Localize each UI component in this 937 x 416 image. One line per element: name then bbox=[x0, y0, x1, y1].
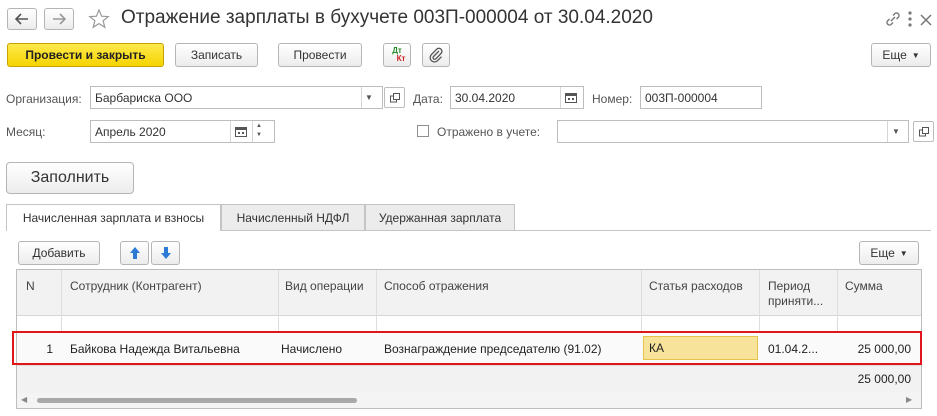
page-title: Отражение зарплаты в бухучете 003П-00000… bbox=[121, 7, 653, 28]
tab-accrued-ndfl[interactable]: Начисленный НДФЛ bbox=[221, 204, 365, 230]
table-more-button[interactable]: Еще ▼ bbox=[859, 241, 919, 265]
move-down-button[interactable] bbox=[151, 241, 180, 265]
row-highlight-frame bbox=[12, 331, 922, 365]
spin-down-icon[interactable]: ▼ bbox=[256, 131, 262, 140]
number-field[interactable]: 003П-000004 bbox=[640, 86, 762, 109]
arrow-left-icon bbox=[15, 13, 28, 25]
reflected-open-button[interactable] bbox=[913, 121, 934, 142]
number-value: 003П-000004 bbox=[645, 90, 718, 105]
horizontal-scrollbar[interactable]: ◀ ▶ bbox=[17, 393, 921, 408]
column-header-expense[interactable]: Статья расходов bbox=[649, 279, 743, 294]
month-field[interactable]: Апрель 2020 ▲ ▼ bbox=[90, 120, 275, 143]
column-header-employee[interactable]: Сотрудник (Контрагент) bbox=[70, 279, 202, 294]
column-header-sum[interactable]: Сумма bbox=[845, 279, 883, 294]
date-value: 30.04.2020 bbox=[455, 90, 516, 105]
dt-kt-button[interactable]: Дт Кт bbox=[383, 43, 411, 67]
column-header-period[interactable]: Период приняти... bbox=[768, 279, 823, 309]
org-field[interactable]: Барбариска ООО ▼ bbox=[90, 86, 383, 109]
reflected-checkbox[interactable] bbox=[417, 125, 429, 137]
paperclip-icon bbox=[429, 47, 443, 63]
column-header-n[interactable]: N bbox=[26, 279, 35, 294]
reflected-field[interactable]: ▼ bbox=[557, 120, 909, 143]
tab-accrued-salary[interactable]: Начисленная зарплата и взносы bbox=[6, 204, 221, 231]
arrow-down-icon bbox=[160, 247, 171, 259]
favorite-star-icon[interactable] bbox=[88, 8, 110, 30]
close-icon[interactable] bbox=[918, 10, 934, 28]
month-spinner[interactable]: ▲ ▼ bbox=[256, 122, 262, 140]
column-header-method[interactable]: Способ отражения bbox=[384, 279, 489, 294]
month-label: Месяц: bbox=[6, 125, 46, 139]
scroll-right-icon[interactable]: ▶ bbox=[906, 395, 912, 404]
date-field[interactable]: 30.04.2020 bbox=[450, 86, 584, 109]
forward-button[interactable] bbox=[44, 8, 74, 30]
table-more-label: Еще bbox=[870, 246, 895, 260]
total-sum: 25 000,00 bbox=[857, 372, 911, 386]
calendar-icon[interactable] bbox=[235, 126, 247, 140]
arrow-up-icon bbox=[129, 247, 140, 259]
more-label: Еще bbox=[882, 48, 907, 62]
more-button[interactable]: Еще ▼ bbox=[871, 43, 931, 67]
number-label: Номер: bbox=[592, 92, 633, 106]
table-footer bbox=[17, 365, 921, 394]
spin-up-icon[interactable]: ▲ bbox=[256, 122, 262, 131]
date-label: Дата: bbox=[413, 92, 443, 106]
tab-withheld-salary[interactable]: Удержанная зарплата bbox=[365, 204, 515, 230]
post-button[interactable]: Провести bbox=[278, 43, 362, 67]
org-label: Организация: bbox=[6, 92, 82, 106]
link-icon[interactable] bbox=[884, 10, 902, 28]
attach-button[interactable] bbox=[422, 43, 450, 67]
dropdown-arrow-icon: ▼ bbox=[899, 248, 908, 258]
add-row-button[interactable]: Добавить bbox=[18, 241, 100, 265]
back-button[interactable] bbox=[7, 8, 37, 30]
open-window-icon bbox=[389, 92, 400, 102]
calendar-icon[interactable] bbox=[565, 92, 577, 106]
column-header-period-line1: Период bbox=[768, 279, 811, 293]
dropdown-arrow-icon[interactable]: ▼ bbox=[365, 93, 373, 102]
org-value: Барбариска ООО bbox=[95, 90, 193, 105]
dropdown-arrow-icon[interactable]: ▼ bbox=[892, 127, 900, 136]
month-value: Апрель 2020 bbox=[95, 124, 166, 139]
arrow-right-icon bbox=[53, 13, 66, 25]
post-and-close-button[interactable]: Провести и закрыть bbox=[7, 43, 164, 67]
save-button[interactable]: Записать bbox=[175, 43, 258, 67]
org-open-button[interactable] bbox=[384, 87, 405, 108]
dropdown-arrow-icon: ▼ bbox=[911, 50, 920, 60]
reflected-label: Отражено в учете: bbox=[437, 125, 541, 139]
move-up-button[interactable] bbox=[120, 241, 149, 265]
scrollbar-thumb[interactable] bbox=[37, 398, 357, 403]
kt-label: Кт bbox=[396, 54, 406, 63]
column-header-period-line2: приняти... bbox=[768, 294, 824, 308]
open-window-icon bbox=[918, 126, 929, 136]
scroll-left-icon[interactable]: ◀ bbox=[21, 395, 27, 404]
column-header-operation[interactable]: Вид операции bbox=[285, 279, 364, 294]
more-vertical-icon[interactable] bbox=[906, 10, 914, 28]
fill-button[interactable]: Заполнить bbox=[6, 162, 134, 194]
